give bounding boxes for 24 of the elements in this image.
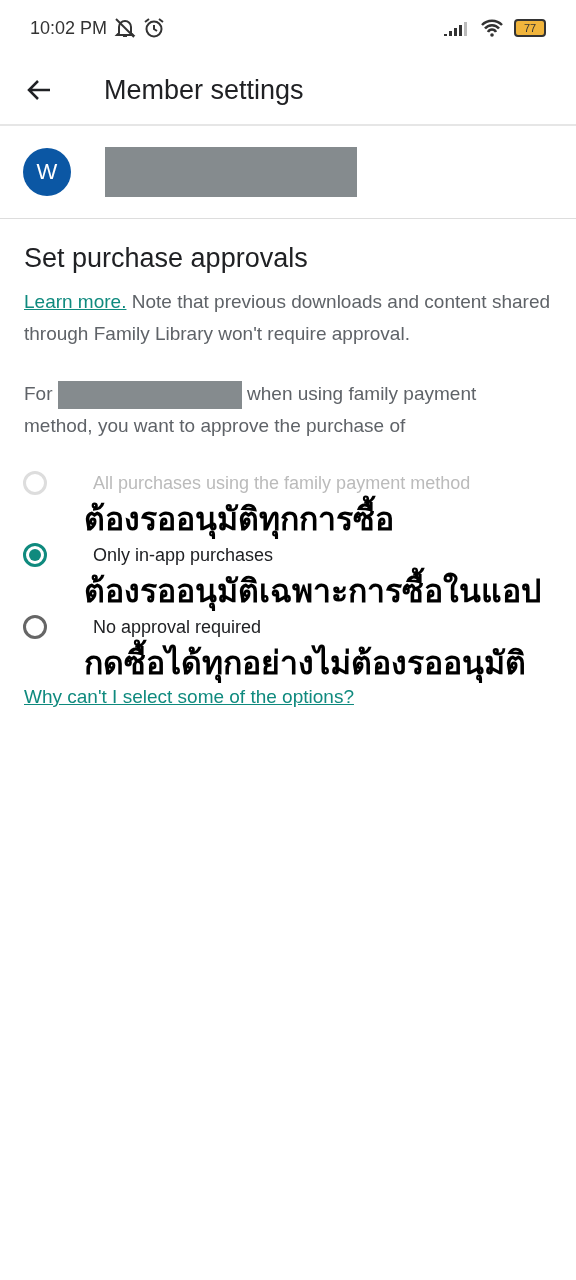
option-label: All purchases using the family payment method — [93, 472, 471, 494]
page-title: Member settings — [104, 74, 304, 106]
annotation-text: กดซื้อได้ทุกอย่างไม่ต้องรออนุมัติ — [84, 638, 526, 688]
wifi-icon — [480, 19, 504, 37]
battery-level: 77 — [514, 19, 546, 37]
status-time: 10:02 PM — [30, 17, 108, 39]
section-title: Set purchase approvals — [24, 243, 309, 274]
learn-more-link[interactable]: Learn more. — [24, 291, 127, 312]
annotation-text: ต้องรออนุมัติเฉพาะการซื้อในแอป — [84, 566, 541, 616]
prompt-text: when using family payment — [247, 383, 477, 404]
option-label: Only in-app purchases — [93, 544, 274, 566]
back-arrow-icon[interactable] — [26, 79, 52, 101]
muted-bell-icon — [113, 17, 138, 39]
signal-icon — [444, 20, 470, 36]
radio-button[interactable] — [23, 615, 47, 639]
option-label: No approval required — [93, 616, 262, 638]
alarm-icon — [143, 17, 166, 39]
prompt-text: For — [24, 383, 53, 404]
prompt-text: method, you want to approve the purchase of — [24, 415, 406, 436]
approval-note: Learn more. Note that previous downloads and content shared through Family Library won't require approval. — [24, 290, 551, 346]
annotation-text: ต้องรออนุมัติทุกการซื้อ — [84, 494, 394, 544]
radio-button[interactable] — [23, 543, 47, 567]
help-link[interactable]: Why can't I select some of the options? — [24, 686, 354, 708]
member-avatar: W — [23, 148, 71, 196]
